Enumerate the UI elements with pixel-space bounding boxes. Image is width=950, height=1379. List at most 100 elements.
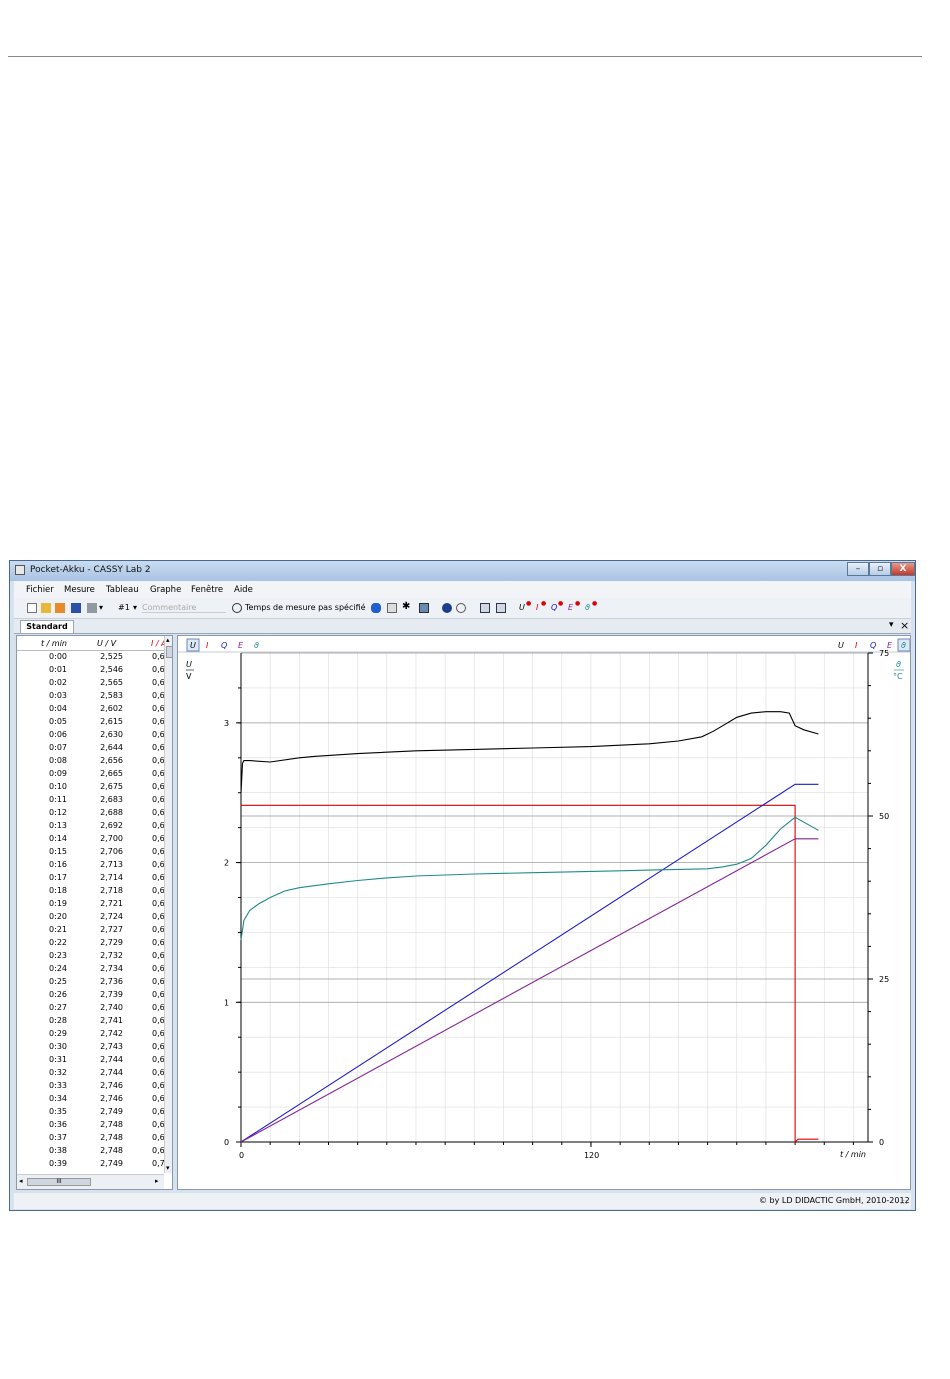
toolbar-quantity-q[interactable]: Q (551, 603, 557, 612)
table-row[interactable]: 0:37 2,748 0,6 (17, 1132, 164, 1145)
graph-quantity-right-button[interactable]: U (838, 641, 844, 650)
table-row[interactable]: 0:18 2,718 0,6 (17, 885, 164, 898)
toolbar-quantity-u[interactable]: U (519, 603, 525, 612)
scroll-up-icon[interactable]: ▴ (166, 636, 170, 644)
title-bar[interactable]: Pocket-Akku - CASSY Lab 2 – ▫ X (10, 561, 915, 581)
open-example-icon[interactable] (55, 603, 65, 613)
table-row[interactable]: 0:12 2,688 0,6 (17, 807, 164, 820)
table-row[interactable]: 0:17 2,714 0,6 (17, 872, 164, 885)
tab-standard[interactable]: Standard (20, 620, 74, 633)
table-row[interactable]: 0:13 2,692 0,6 (17, 820, 164, 833)
voltage-curve[interactable] (240, 711, 819, 793)
menu-fichier[interactable]: Fichier (26, 585, 54, 595)
table-row[interactable]: 0:20 2,724 0,6 (17, 911, 164, 924)
vertical-scrollbar[interactable]: ▴ ▾ (164, 636, 172, 1173)
chevron-down-icon[interactable]: ▾ (99, 603, 103, 612)
save-icon[interactable] (71, 603, 81, 613)
table-row[interactable]: 0:06 2,630 0,6 (17, 729, 164, 742)
table-row[interactable]: 0:19 2,721 0,6 (17, 898, 164, 911)
column-header-u[interactable]: U / V (97, 639, 116, 648)
new-file-icon[interactable] (27, 603, 37, 613)
table-row[interactable]: 0:05 2,615 0,6 (17, 716, 164, 729)
graph-quantity-left-button[interactable]: E (238, 641, 244, 650)
table-row[interactable]: 0:03 2,583 0,6 (17, 690, 164, 703)
table-row[interactable]: 0:11 2,683 0,6 (17, 794, 164, 807)
channel-selector[interactable]: #1 (118, 603, 130, 612)
table-row[interactable]: 0:08 2,656 0,6 (17, 755, 164, 768)
table-row[interactable]: 0:38 2,748 0,6 (17, 1145, 164, 1158)
table-row[interactable]: 0:02 2,565 0,6 (17, 677, 164, 690)
graph-quantity-right-button[interactable]: Q (870, 641, 876, 650)
graph-quantity-right-button[interactable]: ϑ (901, 641, 906, 650)
menu-graphe[interactable]: Graphe (150, 585, 181, 595)
vertical-scroll-thumb[interactable] (166, 646, 172, 658)
menu-tableau[interactable]: Tableau (106, 585, 139, 595)
temperature-curve[interactable] (240, 816, 819, 940)
chevron-down-icon[interactable]: ▾ (133, 603, 137, 612)
table-row[interactable]: 0:35 2,749 0,6 (17, 1106, 164, 1119)
minimize-button[interactable]: – (847, 562, 869, 576)
graph-quantity-left-button[interactable]: ϑ (254, 641, 259, 650)
comment-input[interactable]: Commentaire (142, 603, 226, 613)
print-icon[interactable] (87, 603, 97, 613)
table-row[interactable]: 0:04 2,602 0,6 (17, 703, 164, 716)
window-cascade-icon[interactable] (496, 603, 506, 613)
toolbar-quantity-i[interactable]: I (536, 603, 538, 612)
graph-quantity-right-button[interactable]: I (855, 641, 858, 650)
table-row[interactable]: 0:26 2,739 0,6 (17, 989, 164, 1002)
table-row[interactable]: 0:23 2,732 0,6 (17, 950, 164, 963)
table-row[interactable]: 0:27 2,740 0,6 (17, 1002, 164, 1015)
table-row[interactable]: 0:10 2,675 0,6 (17, 781, 164, 794)
help-icon[interactable] (442, 603, 452, 613)
toolbar-quantity-theta[interactable]: ϑ (585, 603, 590, 612)
maximize-button[interactable]: ▫ (869, 562, 891, 576)
scroll-down-icon[interactable]: ▾ (166, 1164, 170, 1172)
close-button[interactable]: X (891, 562, 915, 576)
toolbar-quantity-e[interactable]: E (568, 603, 573, 612)
table-row[interactable]: 0:22 2,729 0,6 (17, 937, 164, 950)
settings-gear-icon[interactable]: ✱ (402, 601, 410, 612)
table-row[interactable]: 0:09 2,665 0,6 (17, 768, 164, 781)
graph-quantity-left-button[interactable]: Q (221, 641, 227, 650)
horizontal-scroll-thumb[interactable]: III (27, 1178, 91, 1186)
open-folder-icon[interactable] (41, 603, 51, 613)
table-row[interactable]: 0:24 2,734 0,6 (17, 963, 164, 976)
table-row[interactable]: 0:14 2,700 0,6 (17, 833, 164, 846)
horizontal-scrollbar[interactable]: ◂ III ▸ (17, 1174, 164, 1189)
resize-grip-icon[interactable]: .:: (900, 1197, 908, 1206)
table-row[interactable]: 0:01 2,546 0,6 (17, 664, 164, 677)
tab-close-icon[interactable]: × (900, 619, 909, 632)
window-tile-icon[interactable] (480, 603, 490, 613)
table-row[interactable]: 0:00 2,525 0,6 (17, 651, 164, 664)
charge-curve[interactable] (240, 783, 819, 1143)
table-row[interactable]: 0:36 2,748 0,6 (17, 1119, 164, 1132)
column-header-t[interactable]: t / min (41, 639, 67, 648)
table-row[interactable]: 0:28 2,741 0,6 (17, 1015, 164, 1028)
table-row[interactable]: 0:34 2,746 0,6 (17, 1093, 164, 1106)
table-row[interactable]: 0:16 2,713 0,6 (17, 859, 164, 872)
table-row[interactable]: 0:25 2,736 0,6 (17, 976, 164, 989)
scroll-right-icon[interactable]: ▸ (155, 1177, 159, 1185)
cassy-module-icon[interactable] (387, 603, 397, 613)
display-icon[interactable] (419, 603, 429, 613)
tab-menu-chevron-icon[interactable]: ▾ (889, 620, 894, 630)
menu-aide[interactable]: Aide (234, 585, 253, 595)
table-row[interactable]: 0:33 2,746 0,6 (17, 1080, 164, 1093)
scroll-left-icon[interactable]: ◂ (19, 1177, 23, 1185)
menu-fenetre[interactable]: Fenêtre (191, 585, 223, 595)
update-icon[interactable] (456, 603, 466, 613)
measure-time-label[interactable]: Temps de mesure pas spécifié (245, 603, 366, 612)
table-row[interactable]: 0:29 2,742 0,6 (17, 1028, 164, 1041)
column-header-i[interactable]: I / A (151, 639, 164, 648)
menu-mesure[interactable]: Mesure (64, 585, 95, 595)
graph-quantity-left-button[interactable]: I (206, 641, 209, 650)
table-row[interactable]: 0:30 2,743 0,6 (17, 1041, 164, 1054)
table-row[interactable]: 0:21 2,727 0,6 (17, 924, 164, 937)
table-row[interactable]: 0:39 2,749 0,7 (17, 1158, 164, 1171)
chart-svg[interactable]: U I Q Eϑ U I Q Eϑ012302550750 120UVϑ°Ct / min (178, 636, 910, 1189)
table-row[interactable]: 0:07 2,644 0,6 (17, 742, 164, 755)
table-row[interactable]: 0:32 2,744 0,6 (17, 1067, 164, 1080)
table-row[interactable]: 0:15 2,706 0,6 (17, 846, 164, 859)
graph-quantity-left-button[interactable]: U (190, 641, 196, 650)
stopwatch-icon[interactable] (232, 603, 242, 613)
